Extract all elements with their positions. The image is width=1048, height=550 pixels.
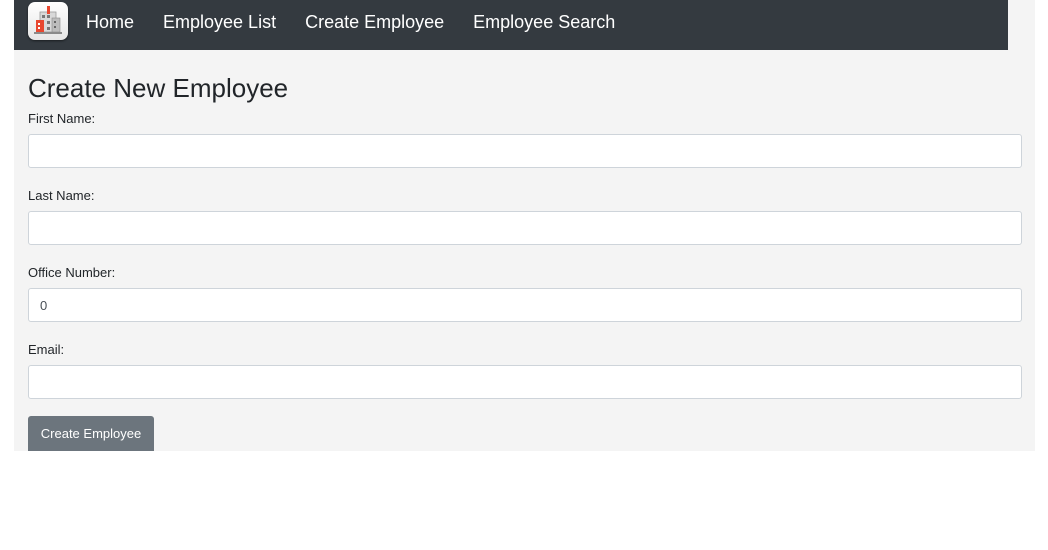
email-input[interactable] (28, 365, 1022, 399)
nav-employee-search[interactable]: Employee Search (473, 12, 615, 33)
create-employee-button[interactable]: Create Employee (28, 416, 154, 451)
email-group: Email: (28, 341, 1022, 399)
office-number-input[interactable] (28, 288, 1022, 322)
email-label: Email: (28, 342, 65, 357)
office-number-label: Office Number: (28, 265, 116, 280)
building-app-icon[interactable] (28, 2, 68, 40)
first-name-input[interactable] (28, 134, 1022, 168)
create-employee-form: Create New Employee First Name: Last Nam… (28, 70, 1022, 418)
top-navbar: Home Employee List Create Employee Emplo… (14, 0, 1008, 50)
last-name-label: Last Name: (28, 188, 95, 203)
nav-home[interactable]: Home (86, 12, 134, 33)
nav-links: Home Employee List Create Employee Emplo… (86, 0, 644, 44)
nav-create-employee[interactable]: Create Employee (305, 12, 444, 33)
page-title: Create New Employee (28, 73, 289, 103)
first-name-label: First Name: (28, 111, 96, 126)
office-number-group: Office Number: (28, 264, 1022, 322)
last-name-input[interactable] (28, 211, 1022, 245)
last-name-group: Last Name: (28, 187, 1022, 245)
nav-employee-list[interactable]: Employee List (163, 12, 276, 33)
first-name-group: First Name: (28, 110, 1022, 168)
